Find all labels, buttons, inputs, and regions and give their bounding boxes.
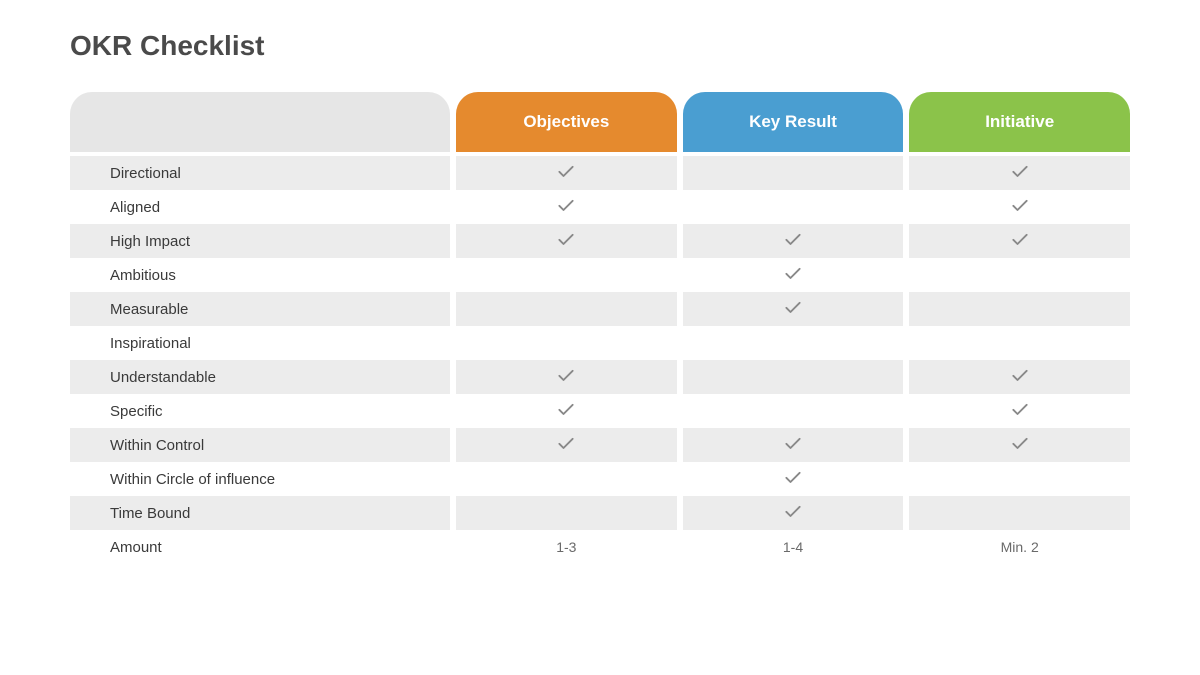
cell-text: 1-4: [783, 539, 803, 555]
okr-table: Objectives Key Result Initiative Directi…: [70, 92, 1130, 564]
table-row: Directional: [70, 156, 1130, 190]
check-icon: [1010, 365, 1030, 389]
cell-key_result: [683, 292, 904, 326]
cell-objectives: [456, 292, 677, 326]
cell-initiative: [909, 360, 1130, 394]
cell-key_result: [683, 224, 904, 258]
cell-objectives: 1-3: [456, 530, 677, 564]
check-icon: [783, 297, 803, 321]
table-row: Inspirational: [70, 326, 1130, 360]
table-row: Within Circle of influence: [70, 462, 1130, 496]
check-icon: [556, 399, 576, 423]
cell-initiative: Min. 2: [909, 530, 1130, 564]
table-row: Measurable: [70, 292, 1130, 326]
table-body: DirectionalAlignedHigh ImpactAmbitiousMe…: [70, 156, 1130, 564]
row-label: Within Control: [70, 428, 450, 462]
cell-initiative: [909, 156, 1130, 190]
table-row: Time Bound: [70, 496, 1130, 530]
row-label: High Impact: [70, 224, 450, 258]
cell-key_result: [683, 394, 904, 428]
cell-initiative: [909, 462, 1130, 496]
table-row: Ambitious: [70, 258, 1130, 292]
cell-text: 1-3: [556, 539, 576, 555]
check-icon: [556, 195, 576, 219]
row-label: Directional: [70, 156, 450, 190]
cell-initiative: [909, 190, 1130, 224]
row-label: Aligned: [70, 190, 450, 224]
table-row: Understandable: [70, 360, 1130, 394]
header-objectives: Objectives: [456, 92, 677, 152]
cell-initiative: [909, 496, 1130, 530]
table-row: Amount 1-3 1-4 Min. 2: [70, 530, 1130, 564]
cell-initiative: [909, 258, 1130, 292]
cell-key_result: [683, 360, 904, 394]
cell-objectives: [456, 190, 677, 224]
cell-key_result: [683, 496, 904, 530]
check-icon: [1010, 161, 1030, 185]
cell-key_result: [683, 462, 904, 496]
header-key-result: Key Result: [683, 92, 904, 152]
cell-objectives: [456, 224, 677, 258]
page-title: OKR Checklist: [70, 30, 1130, 62]
cell-initiative: [909, 224, 1130, 258]
cell-objectives: [456, 326, 677, 360]
row-label: Understandable: [70, 360, 450, 394]
cell-objectives: [456, 360, 677, 394]
check-icon: [783, 433, 803, 457]
table-row: High Impact: [70, 224, 1130, 258]
row-label: Within Circle of influence: [70, 462, 450, 496]
table-header-row: Objectives Key Result Initiative: [70, 92, 1130, 152]
check-icon: [1010, 399, 1030, 423]
cell-objectives: [456, 258, 677, 292]
cell-initiative: [909, 428, 1130, 462]
table-row: Within Control: [70, 428, 1130, 462]
cell-key_result: [683, 156, 904, 190]
header-initiative: Initiative: [909, 92, 1130, 152]
check-icon: [783, 501, 803, 525]
row-label: Inspirational: [70, 326, 450, 360]
cell-key_result: [683, 428, 904, 462]
cell-initiative: [909, 292, 1130, 326]
check-icon: [783, 467, 803, 491]
row-label: Specific: [70, 394, 450, 428]
cell-key_result: 1-4: [683, 530, 904, 564]
row-label: Ambitious: [70, 258, 450, 292]
row-label: Time Bound: [70, 496, 450, 530]
header-blank: [70, 92, 450, 152]
check-icon: [556, 229, 576, 253]
table-row: Specific: [70, 394, 1130, 428]
check-icon: [1010, 229, 1030, 253]
check-icon: [556, 365, 576, 389]
cell-objectives: [456, 462, 677, 496]
check-icon: [783, 263, 803, 287]
cell-objectives: [456, 428, 677, 462]
cell-key_result: [683, 326, 904, 360]
check-icon: [556, 161, 576, 185]
table-row: Aligned: [70, 190, 1130, 224]
cell-key_result: [683, 258, 904, 292]
row-label: Measurable: [70, 292, 450, 326]
check-icon: [783, 229, 803, 253]
check-icon: [1010, 433, 1030, 457]
cell-key_result: [683, 190, 904, 224]
cell-objectives: [456, 394, 677, 428]
cell-initiative: [909, 394, 1130, 428]
row-label: Amount: [70, 530, 450, 564]
check-icon: [1010, 195, 1030, 219]
cell-text: Min. 2: [1001, 539, 1039, 555]
cell-initiative: [909, 326, 1130, 360]
cell-objectives: [456, 496, 677, 530]
check-icon: [556, 433, 576, 457]
cell-objectives: [456, 156, 677, 190]
